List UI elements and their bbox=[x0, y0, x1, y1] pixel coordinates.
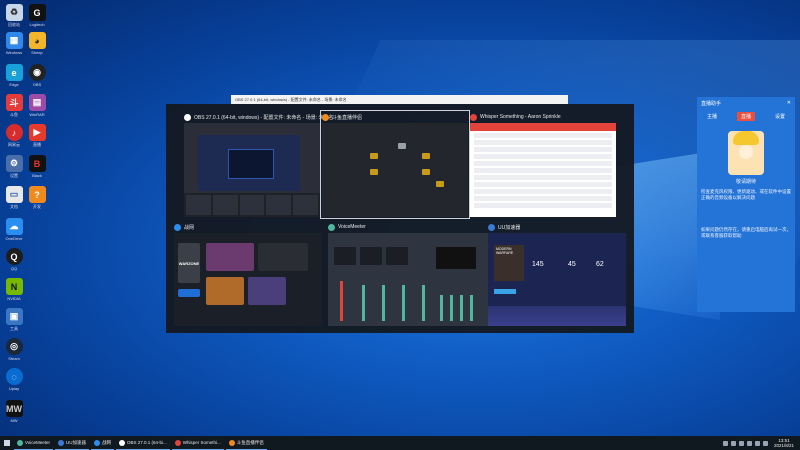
volume-icon[interactable] bbox=[754, 440, 760, 446]
voicemeeter-icon bbox=[328, 223, 335, 231]
obs-icon[interactable]: ◉ OBS bbox=[25, 64, 49, 87]
tools-icon[interactable]: ▣ 工具 bbox=[2, 308, 26, 332]
background-window-titlebar: OBS 27.0.1 (64-bit, windows) - 配置文件: 未命名… bbox=[231, 95, 568, 104]
mascot-image bbox=[728, 131, 764, 175]
notice-text-2: 如果问题仍然存在，请重启电脑后再试一次，或联系客服获取帮助 bbox=[701, 227, 791, 238]
obs-icon bbox=[119, 439, 126, 446]
obs-icon bbox=[184, 113, 191, 121]
taskbar-item-voicemeeter[interactable]: VoiceMeeter bbox=[14, 436, 54, 450]
uplay-icon[interactable]: ◌ Uplay bbox=[2, 368, 26, 391]
network-icon[interactable] bbox=[746, 440, 752, 446]
start-button[interactable] bbox=[0, 436, 14, 450]
window-title: OBS 27.0.1 (64-bit, windows) - 配置文件: 未命名… bbox=[194, 114, 334, 121]
window-thumb-battlenet[interactable]: 战网 WARZONE bbox=[174, 222, 322, 326]
taskbar-item-douyu[interactable]: 斗鱼直播伴侣 bbox=[225, 436, 267, 450]
window-thumb-whisper[interactable]: Whisper Something - Aaron Sprinkle bbox=[470, 112, 616, 217]
music-app-icon bbox=[470, 113, 477, 121]
close-icon[interactable]: ✕ bbox=[787, 100, 791, 106]
steam-icon[interactable]: ◎ Steam bbox=[2, 338, 26, 361]
document-icon[interactable]: ▭ 文档 bbox=[2, 186, 26, 210]
obs-preview bbox=[198, 135, 300, 191]
accelerate-button[interactable] bbox=[494, 289, 516, 294]
window-title: VoiceMeeter bbox=[338, 224, 366, 230]
black-app-icon[interactable]: B Black bbox=[25, 155, 49, 178]
sheep-app-icon[interactable]: ◕ Sheep bbox=[25, 32, 49, 55]
game-card-warzone[interactable]: WARZONE bbox=[178, 243, 200, 283]
notice-tab-anchor[interactable]: 主播 bbox=[707, 113, 717, 120]
whisper-content bbox=[470, 123, 616, 217]
uu-icon bbox=[58, 439, 65, 446]
modern-warfare-icon[interactable]: MW MW bbox=[2, 400, 26, 423]
window-title: Whisper Something - Aaron Sprinkle bbox=[480, 114, 561, 120]
windows-app-icon[interactable]: ▦ Windows bbox=[2, 32, 26, 55]
nvidia-icon[interactable]: N NVIDIA bbox=[2, 278, 26, 301]
system-tray: 13:51 2021/8/21 bbox=[722, 438, 800, 448]
obs-content bbox=[184, 123, 320, 217]
background-window-title: OBS 27.0.1 (64-bit, windows) - 配置文件: 未命名… bbox=[235, 96, 347, 102]
notice-tab-live[interactable]: 直播 bbox=[736, 111, 755, 121]
dev-app-icon[interactable]: ? 开发 bbox=[25, 186, 49, 210]
taskbar: VoiceMeeter UU加速器 战网 OBS 27.0.1 (64-bi..… bbox=[0, 436, 800, 450]
voicemeeter-content bbox=[328, 233, 488, 326]
notification-panel: 直播助手 ✕ 主播 直播 设置 敬请期待 检查麦克风权限、更新驱动、或在软件中设… bbox=[697, 97, 795, 312]
onedrive-icon[interactable]: ☁ OneDrive bbox=[2, 218, 26, 241]
winrar-icon[interactable]: ▤ WinRAR bbox=[25, 94, 49, 117]
task-view: OBS 27.0.1 (64-bit, windows) - 配置文件: 未命名… bbox=[166, 104, 634, 333]
battlenet-icon bbox=[174, 223, 181, 231]
taskbar-item-uu[interactable]: UU加速器 bbox=[55, 436, 90, 450]
notice-tab-settings[interactable]: 设置 bbox=[775, 113, 785, 120]
uu-content: MODERN WARFARE 145 45 62 bbox=[488, 233, 626, 326]
douyu-icon[interactable]: 斗斗鱼 bbox=[2, 94, 26, 118]
recycle-bin-icon[interactable]: ♻ 回收站 bbox=[2, 4, 26, 28]
uu-icon bbox=[488, 223, 495, 231]
clock[interactable]: 13:51 2021/8/21 bbox=[774, 438, 794, 448]
edge-icon[interactable]: e Edge bbox=[2, 64, 26, 87]
window-title: 斗鱼直播伴侣 bbox=[332, 114, 363, 121]
desktop-icons: ♻ 回收站 G Logitech ▦ Windows ◕ Sheep e Edge ◉ OB… bbox=[0, 0, 52, 436]
douyu-content bbox=[322, 123, 468, 217]
window-thumb-voicemeeter[interactable]: VoiceMeeter bbox=[328, 222, 488, 326]
music-app-icon bbox=[174, 439, 181, 446]
notice-text-1: 检查麦克风权限、更新驱动、或在软件中设置正确的音频设备以解决问题 bbox=[701, 189, 791, 200]
tray-icon[interactable] bbox=[730, 440, 736, 446]
taskbar-item-whisper[interactable]: Whisper Somethi... bbox=[171, 436, 224, 450]
qq-icon[interactable]: Q QQ bbox=[2, 248, 26, 271]
mascot-caption: 敬请期待 bbox=[735, 179, 756, 185]
tray-icon[interactable] bbox=[738, 440, 744, 446]
taskbar-item-obs[interactable]: OBS 27.0.1 (64-bi... bbox=[116, 436, 170, 450]
taskbar-item-battlenet[interactable]: 战网 bbox=[91, 436, 115, 450]
play-button[interactable] bbox=[178, 289, 200, 297]
battlenet-content: WARZONE bbox=[174, 233, 322, 326]
window-title: 战网 bbox=[184, 224, 195, 231]
douyu-icon bbox=[322, 113, 329, 121]
obs-dock bbox=[184, 193, 320, 217]
live-app-icon[interactable]: ▶ 直播 bbox=[25, 124, 49, 148]
logitech-icon[interactable]: G Logitech bbox=[25, 4, 49, 27]
netease-music-icon[interactable]: ♪ 网易云 bbox=[2, 124, 26, 148]
window-thumb-obs[interactable]: OBS 27.0.1 (64-bit, windows) - 配置文件: 未命名… bbox=[184, 112, 333, 217]
windows-icon bbox=[4, 440, 10, 446]
window-thumb-douyu[interactable]: 斗鱼直播伴侣 bbox=[320, 110, 470, 219]
notice-title: 直播助手 bbox=[701, 101, 722, 107]
tray-icon[interactable] bbox=[722, 440, 728, 446]
window-title: UU加速器 bbox=[498, 224, 521, 231]
ime-icon[interactable] bbox=[762, 440, 768, 446]
window-thumb-uu[interactable]: UU加速器 MODERN WARFARE 145 45 62 bbox=[488, 222, 626, 326]
voicemeeter-icon bbox=[17, 439, 23, 446]
battlenet-icon bbox=[94, 439, 101, 446]
settings-icon[interactable]: ⚙ 设置 bbox=[2, 155, 26, 179]
douyu-icon bbox=[228, 439, 235, 446]
